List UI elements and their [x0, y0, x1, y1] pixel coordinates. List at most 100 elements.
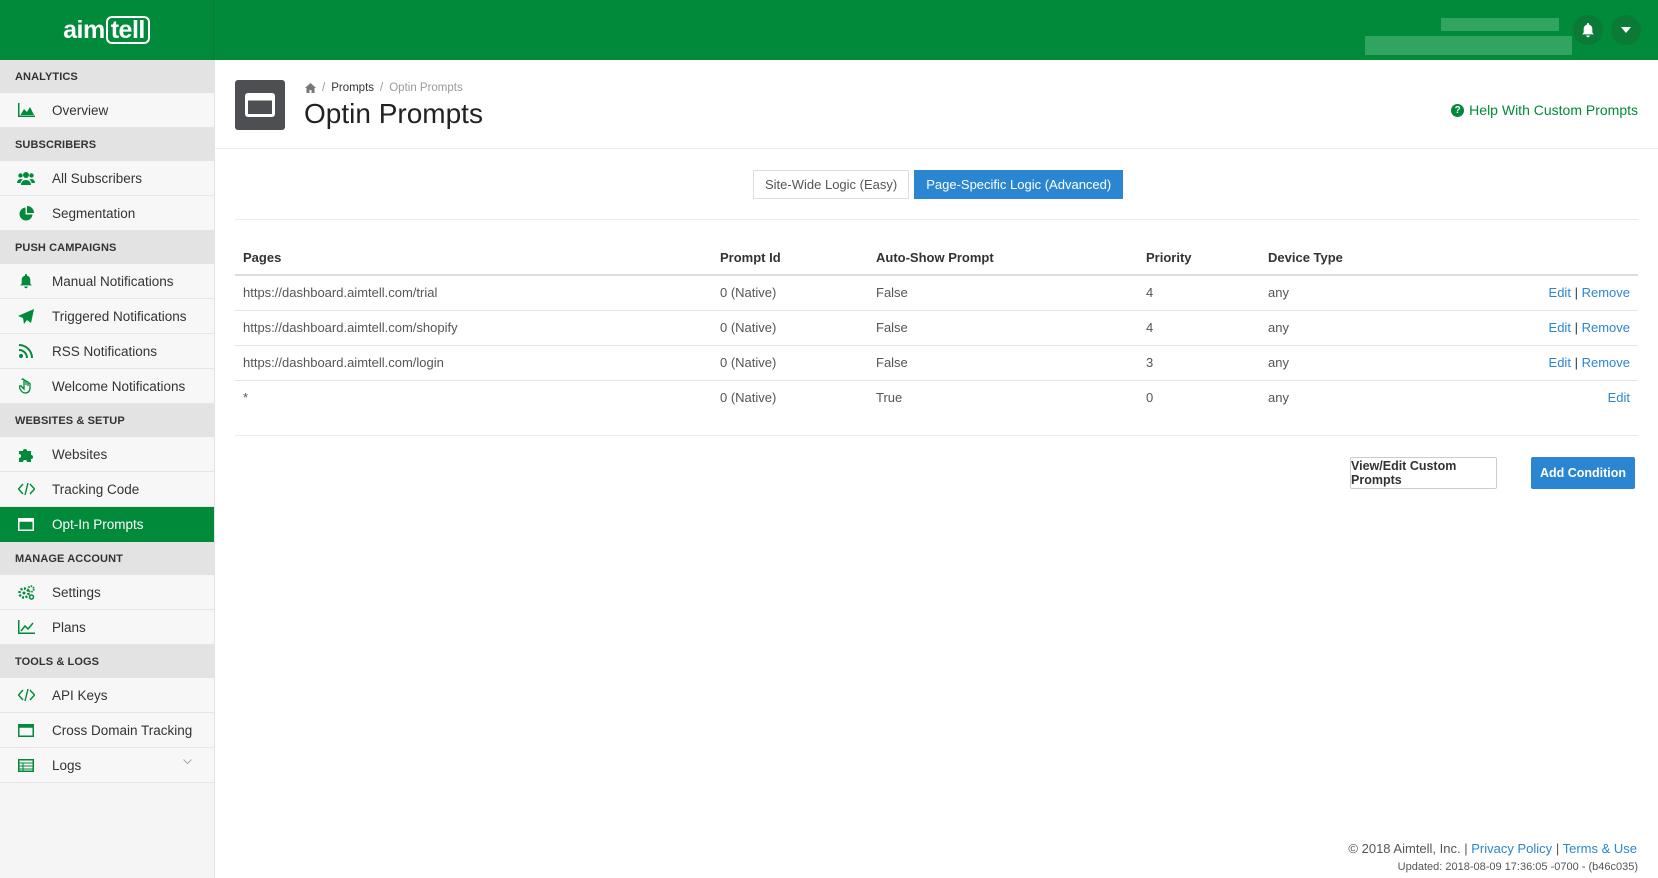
notifications-button[interactable]: [1573, 15, 1603, 45]
cell-auto-show: False: [868, 310, 1138, 346]
home-icon[interactable]: [305, 83, 316, 93]
cell-prompt-id: 0 (Native): [712, 275, 868, 311]
cell-page: https://dashboard.aimtell.com/login: [235, 345, 712, 381]
cell-actions: Edit | Remove: [1440, 275, 1638, 311]
logo-text-left: aim: [63, 15, 105, 44]
sidebar-item-label: Websites: [52, 446, 108, 462]
sidebar-item-welcome-notifications[interactable]: Welcome Notifications: [0, 369, 214, 404]
cell-prompt-id: 0 (Native): [720, 390, 777, 406]
sidebar-item-opt-in-prompts[interactable]: Opt-In Prompts: [0, 507, 214, 542]
code-icon: [17, 483, 35, 495]
edit-link[interactable]: Edit: [1549, 320, 1571, 335]
help-label: Help With Custom Prompts: [1469, 102, 1638, 118]
cell-page: https://dashboard.aimtell.com/shopify: [235, 310, 712, 346]
sidebar-item-label: Opt-In Prompts: [52, 516, 144, 532]
cell-page: https://dashboard.aimtell.com/trial: [235, 275, 712, 311]
cell-actions: Edit | Remove: [1440, 345, 1638, 381]
main-content: / Prompts / Optin Prompts Optin Prompts …: [215, 60, 1658, 878]
col-device-type: Device Type: [1260, 241, 1440, 276]
remove-link[interactable]: Remove: [1582, 355, 1630, 370]
code-icon: [17, 689, 35, 701]
window-icon: [18, 517, 34, 531]
caret-down-icon: [1621, 27, 1631, 33]
edit-link[interactable]: Edit: [1549, 355, 1571, 370]
sidebar-item-rss-notifications[interactable]: RSS Notifications: [0, 334, 214, 369]
sidebar-item-label: RSS Notifications: [52, 343, 158, 359]
sidebar-section-analytics: ANALYTICS: [0, 60, 214, 93]
sidebar-item-label: Welcome Notifications: [52, 378, 186, 394]
sidebar-item-plans[interactable]: Plans: [0, 610, 214, 645]
chevron-down-icon: [183, 759, 192, 765]
sidebar-item-label: Overview: [52, 102, 109, 118]
divider: [235, 435, 1638, 436]
site-wide-logic-button[interactable]: Site-Wide Logic (Easy): [753, 170, 910, 199]
sidebar-section-subscribers: SUBSCRIBERS: [0, 128, 214, 161]
logic-toggle: Site-Wide Logic (Easy) Page-Specific Log…: [753, 170, 1124, 199]
add-condition-button[interactable]: Add Condition: [1531, 457, 1635, 489]
table-icon: [18, 758, 34, 772]
cell-auto-show: False: [868, 275, 1138, 311]
col-prompt-id: Prompt Id: [712, 241, 868, 276]
rss-icon: [19, 344, 33, 358]
col-auto-show: Auto-Show Prompt: [868, 241, 1138, 276]
help-custom-prompts-link[interactable]: ? Help With Custom Prompts: [1451, 102, 1638, 118]
sidebar-item-overview[interactable]: Overview: [0, 93, 214, 128]
sidebar-section-push-campaigns: PUSH CAMPAIGNS: [0, 231, 214, 264]
table-row: https://dashboard.aimtell.com/login 0 (N…: [235, 345, 1638, 381]
cell-device: any: [1260, 345, 1440, 381]
table-row: https://dashboard.aimtell.com/shopify 0 …: [235, 310, 1638, 346]
sidebar-item-websites[interactable]: Websites: [0, 437, 214, 472]
col-pages: Pages: [235, 241, 712, 276]
sidebar-item-api-keys[interactable]: API Keys: [0, 678, 214, 713]
sidebar-item-label: Manual Notifications: [52, 273, 174, 289]
bell-icon: [1582, 22, 1594, 37]
window-icon: [245, 93, 275, 117]
sidebar-item-label: API Keys: [52, 687, 108, 703]
table-row: https://dashboard.aimtell.com/trial 0 (N…: [235, 275, 1638, 311]
remove-link[interactable]: Remove: [1582, 285, 1630, 300]
privacy-policy-link[interactable]: Privacy Policy: [1471, 841, 1552, 856]
sidebar-item-label: Cross Domain Tracking: [52, 722, 193, 738]
breadcrumb: / Prompts / Optin Prompts: [305, 82, 463, 94]
sidebar-item-manual-notifications[interactable]: Manual Notifications: [0, 264, 214, 299]
account-name-redacted: [1441, 18, 1559, 31]
remove-link[interactable]: Remove: [1582, 320, 1630, 335]
view-edit-custom-prompts-button[interactable]: View/Edit Custom Prompts: [1350, 457, 1497, 489]
sidebar-item-segmentation[interactable]: Segmentation: [0, 196, 214, 231]
sidebar-item-label: Settings: [52, 584, 101, 600]
footer-links: © 2018 Aimtell, Inc. | Privacy Policy | …: [1348, 841, 1637, 856]
sidebar-item-tracking-code[interactable]: Tracking Code: [0, 472, 214, 507]
edit-link[interactable]: Edit: [1608, 390, 1630, 405]
sidebar-item-cross-domain-tracking[interactable]: Cross Domain Tracking: [0, 713, 214, 748]
sidebar-item-label: Segmentation: [52, 205, 136, 221]
logo[interactable]: aim tell: [0, 0, 214, 60]
top-bar: aim tell: [0, 0, 1658, 60]
cell-priority: 4: [1138, 275, 1260, 311]
bell-icon: [20, 273, 32, 288]
question-circle-icon: ?: [1451, 103, 1465, 117]
sidebar-item-label: Triggered Notifications: [52, 308, 187, 324]
sidebar-item-triggered-notifications[interactable]: Triggered Notifications: [0, 299, 214, 334]
sidebar-section-websites-setup: WEBSITES & SETUP: [0, 404, 214, 437]
cell-device: any: [1260, 310, 1440, 346]
logo-text-right: tell: [105, 16, 150, 44]
sidebar-item-logs[interactable]: Logs: [0, 748, 214, 783]
breadcrumb-prompts-link[interactable]: Prompts: [331, 82, 374, 94]
sidebar-item-settings[interactable]: Settings: [0, 575, 214, 610]
page-specific-logic-button[interactable]: Page-Specific Logic (Advanced): [914, 170, 1124, 199]
account-dropdown-button[interactable]: [1611, 15, 1641, 45]
area-chart-icon: [17, 103, 35, 117]
gears-icon: [17, 584, 35, 600]
cell-actions: Edit | Remove: [1440, 310, 1638, 346]
sidebar-item-label: Tracking Code: [52, 481, 140, 497]
cell-auto-show: True: [876, 390, 903, 406]
users-icon: [17, 172, 35, 185]
page-header: / Prompts / Optin Prompts Optin Prompts …: [215, 60, 1658, 149]
account-email-redacted: [1365, 36, 1572, 55]
cell-device: any: [1260, 275, 1440, 311]
edit-link[interactable]: Edit: [1549, 285, 1571, 300]
sidebar: ANALYTICS Overview SUBSCRIBERS All Subsc…: [0, 60, 215, 878]
col-priority: Priority: [1138, 241, 1260, 276]
terms-link[interactable]: Terms & Use: [1563, 841, 1637, 856]
sidebar-item-all-subscribers[interactable]: All Subscribers: [0, 161, 214, 196]
